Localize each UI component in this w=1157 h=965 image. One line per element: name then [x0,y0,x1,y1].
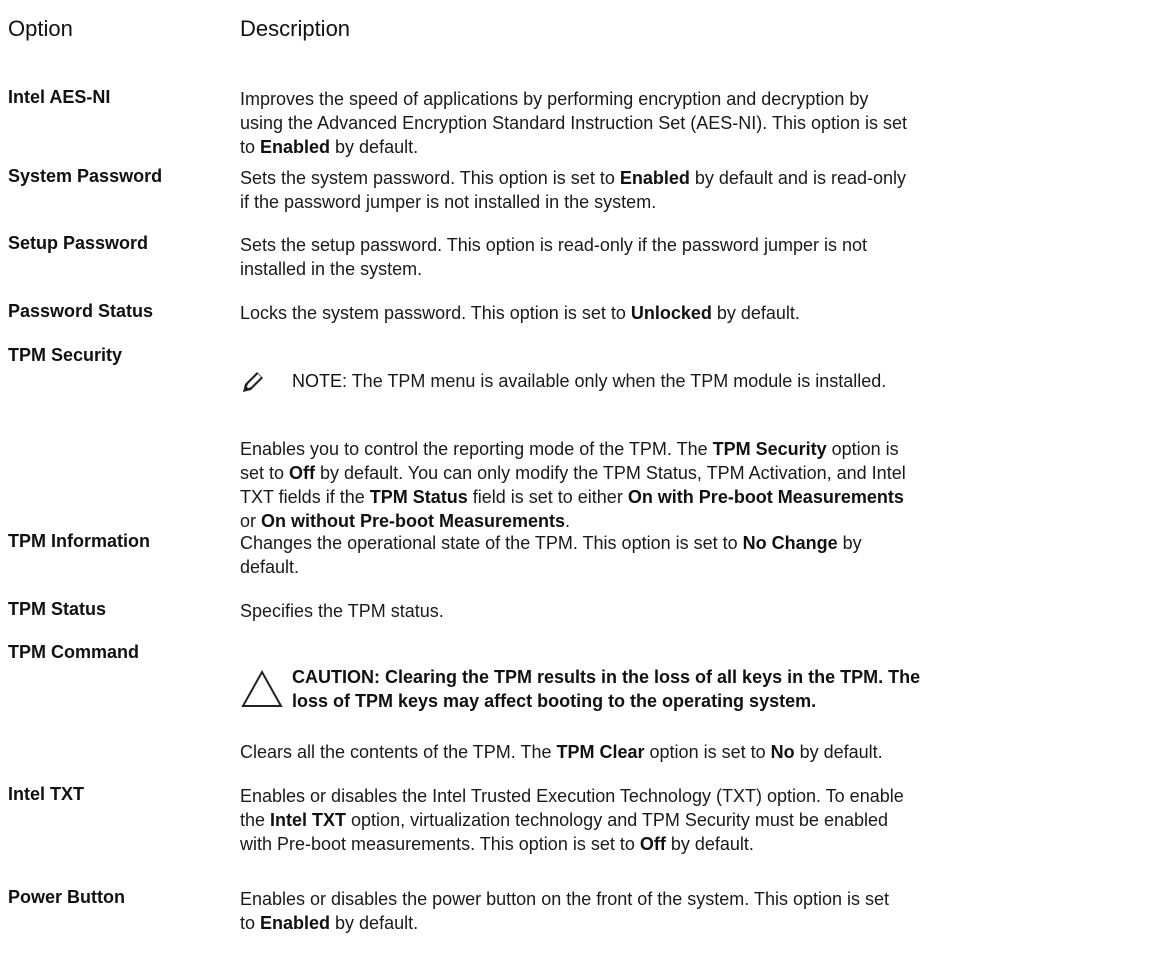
option-name: TPM Security [8,345,123,365]
option-name: Intel TXT [8,784,84,804]
option-description: Enables you to control the reporting mod… [240,439,906,531]
option-description: Improves the speed of applications by pe… [240,89,908,157]
option-description: Specifies the TPM status. [240,601,444,621]
option-description: Sets the system password. This option is… [240,168,906,212]
header-description: Description [240,16,351,41]
caution-triangle-icon [241,669,283,707]
option-name: Setup Password [8,233,149,253]
option-name: Intel AES-NI [8,87,111,107]
option-name: TPM Command [8,642,140,662]
option-description: Enables or disables the power button on … [240,889,890,933]
bios-security-options-table: Option Description Intel AES-NI Improves… [0,0,1157,965]
option-description: Clears all the contents of the TPM. The … [240,742,883,762]
option-description: Locks the system password. This option i… [240,303,800,323]
option-name: TPM Information [8,531,150,551]
option-description: Sets the setup password. This option is … [240,235,867,279]
pencil-note-icon [241,372,263,394]
option-description: Enables or disables the Intel Trusted Ex… [240,786,904,854]
header-option: Option [8,16,73,41]
option-name: Password Status [8,301,154,321]
option-name: Power Button [8,887,125,907]
option-name: TPM Status [8,599,107,619]
option-name: System Password [8,166,163,186]
option-description: Changes the operational state of the TPM… [240,533,862,577]
